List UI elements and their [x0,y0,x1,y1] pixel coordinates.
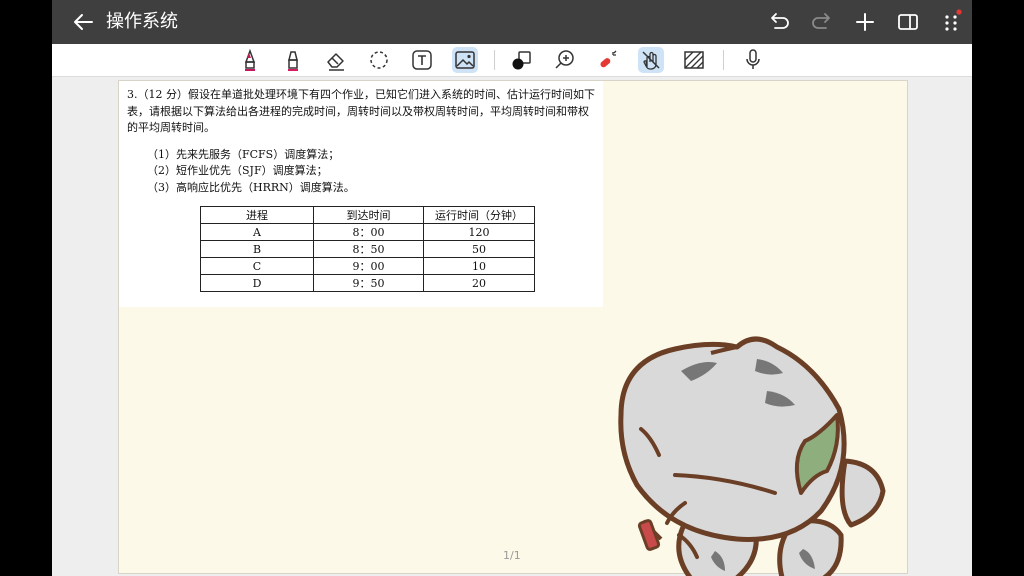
table-header: 进程 [200,206,314,224]
table-header-row: 进程 到达时间 运行时间（分钟） [200,206,535,224]
note-app-window: 操作系统 3.（12 分）假设在单道批处理环境下有四个作业，已知它们进入系统的时… [52,0,972,576]
text-box-icon[interactable] [409,47,435,73]
cat-sticker[interactable] [615,325,915,576]
top-bar: 操作系统 [52,0,972,44]
table-cell: 9：50 [313,274,424,292]
question-item: （2）短作业优先（SJF）调度算法； [147,164,328,177]
pasted-question-image[interactable]: 3.（12 分）假设在单道批处理环境下有四个作业，已知它们进入系统的时间、估计运… [119,81,603,307]
question-item: （3）高响应比优先（HRRN）调度算法。 [147,180,355,194]
table-row: B 8：50 50 [200,240,535,258]
table-cell: D [200,274,314,292]
sidebar-layout-icon[interactable] [895,9,921,35]
table-cell: 8：00 [313,223,424,241]
table-row: A 8：00 120 [200,223,535,241]
table-cell: C [200,257,314,275]
marker-pen-icon[interactable] [237,47,263,73]
hand-tool-icon[interactable] [638,47,664,73]
table-cell: 20 [423,274,535,292]
table-cell: B [200,240,314,258]
table-cell: 50 [423,240,535,258]
question-text: 3.（12 分）假设在单道批处理环境下有四个作业，已知它们进入系统的时间、估计运… [127,87,597,196]
back-arrow-icon[interactable] [70,9,98,35]
table-row: D 9：50 20 [200,274,535,292]
more-icon[interactable] [938,9,964,35]
table-cell: 8：50 [313,240,424,258]
page-indicator: 1/1 [503,549,521,562]
table-cell: 10 [423,257,535,275]
table-cell: A [200,223,314,241]
table-header: 到达时间 [313,206,424,224]
toolbar-divider [723,50,724,70]
image-icon[interactable] [452,47,478,73]
shape-icon[interactable] [509,47,535,73]
question-items: （1）先来先服务（FCFS）调度算法； （2）短作业优先（SJF）调度算法； （… [147,147,597,197]
question-item: （1）先来先服务（FCFS）调度算法； [147,147,340,161]
drawing-toolbar [52,44,972,77]
plus-icon[interactable] [852,9,878,35]
table-row: C 9：00 10 [200,257,535,275]
lasso-select-icon[interactable] [366,47,392,73]
note-page[interactable]: 3.（12 分）假设在单道批处理环境下有四个作业，已知它们进入系统的时间、估计运… [118,80,908,576]
table-header: 运行时间（分钟） [423,206,535,224]
zoom-icon[interactable] [552,47,578,73]
pattern-icon[interactable] [681,47,707,73]
undo-icon[interactable] [766,9,792,35]
question-paragraph: 3.（12 分）假设在单道批处理环境下有四个作业，已知它们进入系统的时间、估计运… [127,88,595,134]
laser-pointer-icon[interactable] [595,47,621,73]
eraser-icon[interactable] [323,47,349,73]
highlighter-icon[interactable] [280,47,306,73]
table-cell: 120 [423,223,535,241]
toolbar-divider [494,50,495,70]
page-title: 操作系统 [106,11,178,32]
table-cell: 9：00 [313,257,424,275]
microphone-icon[interactable] [740,47,766,73]
process-table: 进程 到达时间 运行时间（分钟） A 8：00 120 B 8：50 50 C … [200,206,535,292]
redo-icon[interactable] [809,9,835,35]
